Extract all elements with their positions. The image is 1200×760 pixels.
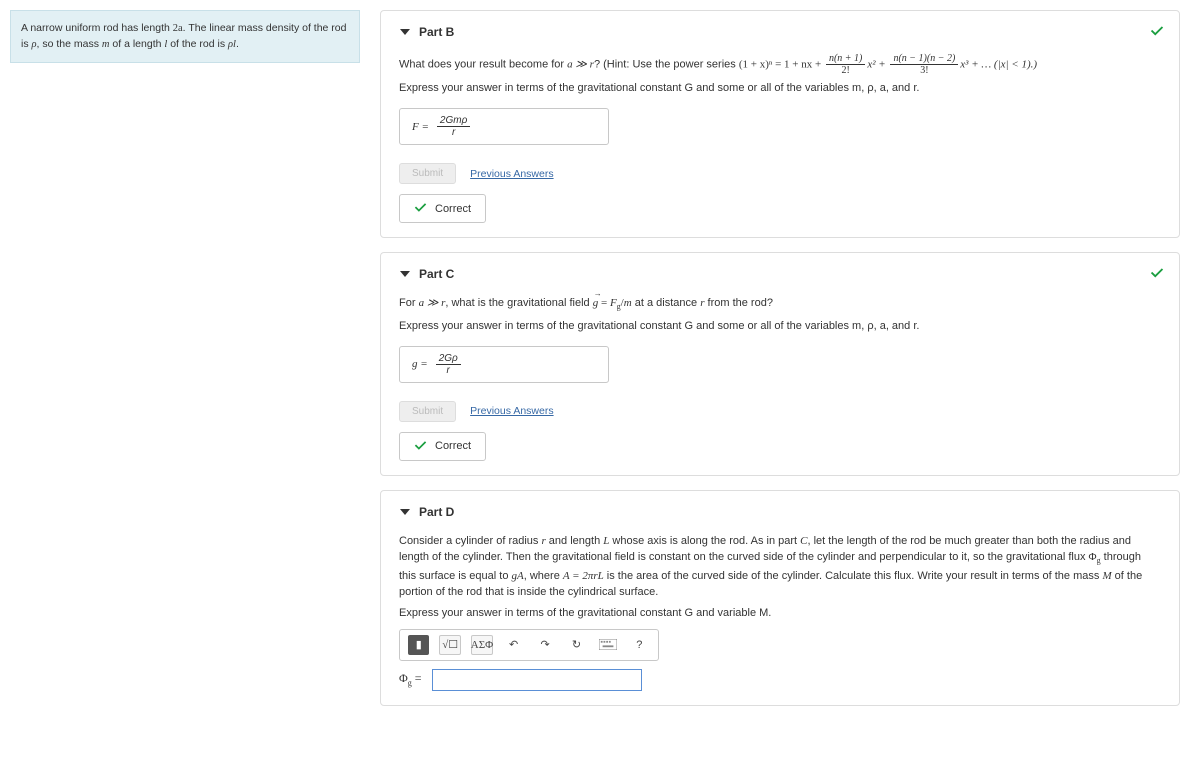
answer-input[interactable] [432,669,642,691]
part-b-panel: Part B What does your result become for … [380,10,1180,238]
equation-palette: ▮ √☐ ΑΣΦ ↶ ↷ ↻ ? [399,629,659,661]
sym-2a: 2a [173,23,183,34]
greek-palette-button[interactable]: ΑΣΦ [471,635,493,655]
part-b-prompt: What does your result become for a ≫ r? … [399,53,1161,76]
check-icon [1149,267,1165,284]
help-icon[interactable]: ? [629,635,650,655]
problem-statement: A narrow uniform rod has length 2a. The … [10,10,360,63]
part-c-title: Part C [419,267,454,281]
redo-icon[interactable]: ↷ [534,635,555,655]
part-c-header[interactable]: Part C [399,267,1161,281]
part-d-header[interactable]: Part D [399,505,1161,519]
submit-button: Submit [399,163,456,184]
chevron-down-icon [399,26,411,38]
previous-answers-link[interactable]: Previous Answers [470,405,553,417]
part-c-prompt: For a ≫ r, what is the gravitational fie… [399,295,1161,314]
chevron-down-icon [399,268,411,280]
sym-rhol: ρl [228,39,236,50]
chevron-down-icon [399,506,411,518]
correct-badge: Correct [399,194,486,223]
part-b-answer: F = 2Gmρr [399,108,609,145]
part-d-subprompt: Express your answer in terms of the grav… [399,607,1161,619]
part-b-header[interactable]: Part B [399,25,1161,39]
part-c-answer: g = 2Gρr [399,346,609,383]
check-icon [1149,25,1165,42]
part-c-panel: Part C For a ≫ r, what is the gravitatio… [380,252,1180,476]
part-b-subprompt: Express your answer in terms of the grav… [399,82,1161,94]
reset-icon[interactable]: ↻ [566,635,587,655]
part-c-subprompt: Express your answer in terms of the grav… [399,320,1161,332]
part-b-title: Part B [419,25,454,39]
submit-button: Submit [399,401,456,422]
part-d-title: Part D [419,505,454,519]
sym-m: m [102,39,110,50]
previous-answers-link[interactable]: Previous Answers [470,168,553,180]
correct-badge: Correct [399,432,486,461]
problem-text: A narrow uniform rod has length [21,22,173,34]
undo-icon[interactable]: ↶ [503,635,524,655]
part-d-panel: Part D Consider a cylinder of radius r a… [380,490,1180,706]
template-icon[interactable]: ▮ [408,635,429,655]
keyboard-icon[interactable] [597,635,618,655]
sqrt-icon[interactable]: √☐ [439,635,460,655]
answer-label: Φg = [399,671,422,687]
answer-entry: ▮ √☐ ΑΣΦ ↶ ↷ ↻ ? Φg = [399,629,1161,691]
